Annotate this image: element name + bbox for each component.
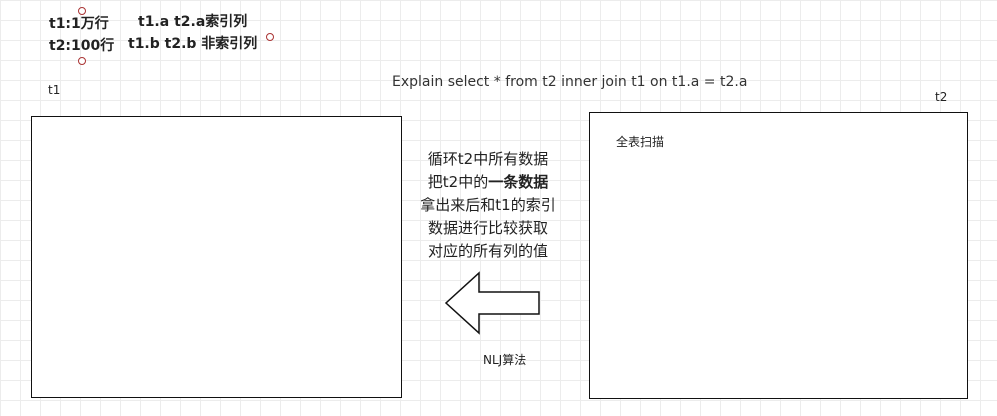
- description-line-2-bold: 一条数据: [488, 173, 549, 191]
- rows-note-t1: t1:1万行: [49, 16, 109, 32]
- full-scan-label: 全表扫描: [616, 135, 665, 149]
- index-note-line-a: t1.a t2.a索引列: [138, 14, 248, 30]
- nlj-algorithm-label: NLJ算法: [483, 353, 527, 367]
- query-text: Explain select * from t2 inner join t1 o…: [392, 74, 748, 90]
- description-line-5: 对应的所有列的值: [427, 242, 548, 260]
- nlj-description: 循环t2中所有数据 把t2中的一条数据 拿出来后和t1的索引 数据进行比较获取 …: [408, 148, 568, 263]
- description-line-2-prefix: 把t2中的: [427, 173, 489, 191]
- description-line-4: 数据进行比较获取: [427, 219, 548, 237]
- selection-handle-right[interactable]: [266, 33, 274, 41]
- rows-note-t2: t2:100行: [49, 38, 115, 54]
- description-line-1: 循环t2中所有数据: [427, 150, 549, 168]
- selection-handle-top[interactable]: [78, 7, 86, 15]
- table-t1-box[interactable]: [31, 116, 402, 398]
- table-t2-label: t2: [935, 90, 948, 104]
- description-line-2: 把t2中的一条数据: [408, 171, 568, 194]
- table-t1-label: t1: [48, 83, 61, 97]
- left-arrow-path: [444, 271, 540, 335]
- left-arrow-shape[interactable]: [440, 270, 545, 336]
- description-line-3: 拿出来后和t1的索引: [420, 196, 556, 214]
- table-t2-box[interactable]: 全表扫描: [589, 112, 968, 399]
- index-note-line-b: t1.b t2.b 非索引列: [128, 36, 258, 52]
- selection-handle-bottom[interactable]: [78, 57, 86, 65]
